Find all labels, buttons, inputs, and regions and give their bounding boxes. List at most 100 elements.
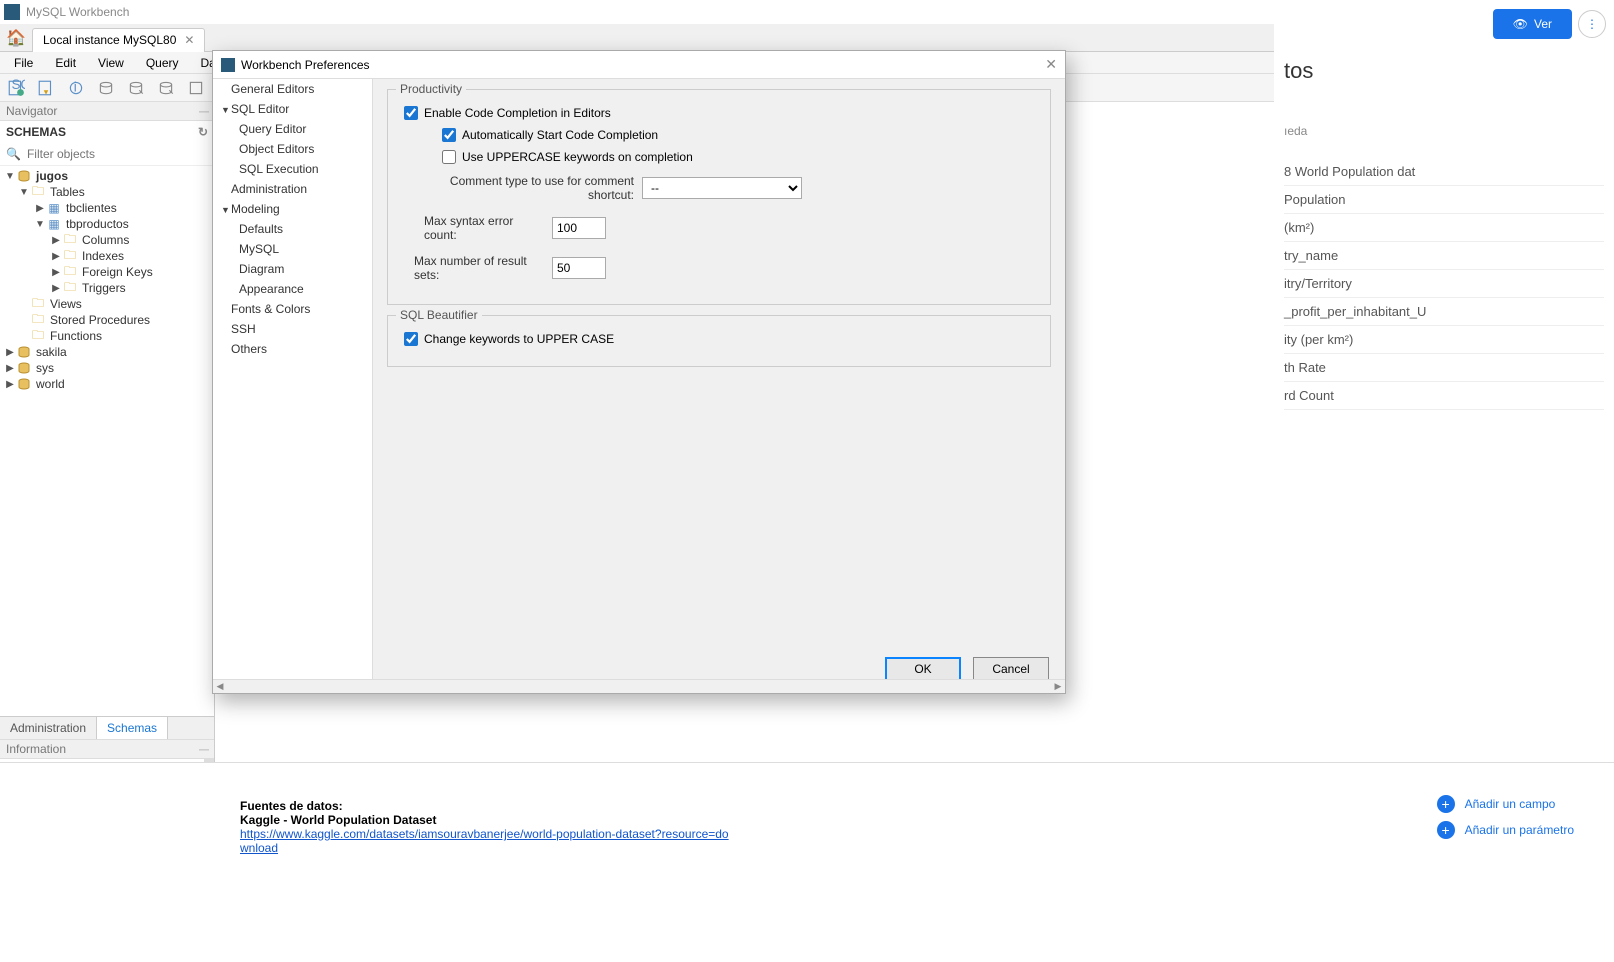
- upper-case-checkbox[interactable]: [404, 332, 418, 346]
- max-syntax-label: Max syntax error count:: [404, 214, 544, 242]
- sidebar-item-mysql[interactable]: MySQL: [213, 239, 372, 259]
- add-controls: + Añadir un campo + Añadir un parámetro: [1437, 791, 1574, 843]
- app-icon: [4, 4, 20, 20]
- enable-code-completion-checkbox[interactable]: [404, 106, 418, 120]
- user-admin-button[interactable]: [94, 76, 118, 100]
- uppercase-keywords-row: Use UPPERCASE keywords on completion: [404, 146, 1034, 168]
- sidebar-item-fonts-colors[interactable]: Fonts & Colors: [213, 299, 372, 319]
- comment-type-row: Comment type to use for comment shortcut…: [404, 168, 1034, 208]
- menu-view[interactable]: View: [88, 54, 134, 72]
- scroll-left-icon[interactable]: ◀: [213, 681, 227, 692]
- tree-label: Tables: [50, 185, 85, 199]
- db-world[interactable]: ▶ world: [0, 376, 214, 392]
- eye-icon: 👁: [1513, 17, 1528, 31]
- sidebar-label: Administration: [231, 182, 307, 196]
- menu-edit[interactable]: Edit: [45, 54, 86, 72]
- sources-block: Fuentes de datos: Kaggle - World Populat…: [240, 799, 740, 855]
- tables-folder[interactable]: ▼🗀 Tables: [0, 184, 214, 200]
- sidebar-item-sql-execution[interactable]: SQL Execution: [213, 159, 372, 179]
- search-fragment: ıeda: [1284, 124, 1604, 138]
- list-item[interactable]: (km²): [1284, 214, 1604, 242]
- add-field-label: Añadir un campo: [1465, 797, 1556, 811]
- app-title: MySQL Workbench: [26, 5, 129, 19]
- preferences-sidebar: General Editors ▼SQL Editor Query Editor…: [213, 79, 373, 693]
- productivity-group: Productivity Enable Code Completion in E…: [387, 89, 1051, 305]
- columns-folder[interactable]: ▶🗀 Columns: [0, 232, 214, 248]
- data-export-button[interactable]: [124, 76, 148, 100]
- tab-administration[interactable]: Administration: [0, 717, 97, 739]
- max-result-label: Max number of result sets:: [404, 254, 544, 282]
- list-item[interactable]: Population: [1284, 186, 1604, 214]
- max-result-input[interactable]: [552, 257, 606, 279]
- add-parameter-button[interactable]: + Añadir un parámetro: [1437, 817, 1574, 843]
- connection-tab[interactable]: Local instance MySQL80 ✕: [32, 28, 205, 52]
- indexes-folder[interactable]: ▶🗀 Indexes: [0, 248, 214, 264]
- more-button[interactable]: ⋮: [1578, 10, 1606, 38]
- plus-icon: +: [1437, 821, 1455, 839]
- dialog-title: Workbench Preferences: [241, 58, 370, 72]
- uppercase-keywords-checkbox[interactable]: [442, 150, 456, 164]
- list-item[interactable]: 8 World Population dat: [1284, 158, 1604, 186]
- sidebar-item-defaults[interactable]: Defaults: [213, 219, 372, 239]
- cancel-button[interactable]: Cancel: [973, 657, 1049, 681]
- sidebar-label: SQL Editor: [231, 102, 289, 116]
- schemas-header-label: SCHEMAS: [6, 125, 66, 139]
- dialog-titlebar: Workbench Preferences ✕: [213, 51, 1065, 79]
- sidebar-item-object-editors[interactable]: Object Editors: [213, 139, 372, 159]
- scroll-right-icon[interactable]: ▶: [1051, 681, 1065, 692]
- list-item[interactable]: try_name: [1284, 242, 1604, 270]
- auto-start-completion-row: Automatically Start Code Completion: [404, 124, 1034, 146]
- data-import-button[interactable]: [154, 76, 178, 100]
- sidebar-item-others[interactable]: Others: [213, 339, 372, 359]
- list-item[interactable]: _profit_per_inhabitant_U: [1284, 298, 1604, 326]
- svg-text:i: i: [74, 79, 77, 94]
- max-syntax-input[interactable]: [552, 217, 606, 239]
- menu-file[interactable]: File: [4, 54, 43, 72]
- dialog-hscrollbar[interactable]: ◀ ▶: [213, 679, 1065, 693]
- dialog-buttons: OK Cancel: [885, 657, 1049, 681]
- sidebar-item-administration[interactable]: Administration: [213, 179, 372, 199]
- preferences-dialog: Workbench Preferences ✕ General Editors …: [212, 50, 1066, 694]
- sidebar-item-query-editor[interactable]: Query Editor: [213, 119, 372, 139]
- ver-button[interactable]: 👁 Ver: [1493, 9, 1572, 39]
- information-title-label: Information: [6, 742, 66, 756]
- filter-input[interactable]: [25, 145, 208, 163]
- home-tab[interactable]: 🏠: [0, 24, 32, 52]
- db-sys[interactable]: ▶ sys: [0, 360, 214, 376]
- ver-label: Ver: [1534, 17, 1552, 31]
- refresh-icon[interactable]: ↻: [198, 125, 208, 139]
- dialog-app-icon: [221, 58, 235, 72]
- source-link-2[interactable]: wnload: [240, 841, 278, 855]
- ok-button[interactable]: OK: [885, 657, 961, 681]
- functions-folder[interactable]: 🗀 Functions: [0, 328, 214, 344]
- sidebar-item-general-editors[interactable]: General Editors: [213, 79, 372, 99]
- sidebar-item-ssh[interactable]: SSH: [213, 319, 372, 339]
- auto-start-completion-checkbox[interactable]: [442, 128, 456, 142]
- close-icon[interactable]: ✕: [184, 33, 194, 47]
- tree-label: Stored Procedures: [50, 313, 150, 327]
- list-item[interactable]: ity (per km²): [1284, 326, 1604, 354]
- menu-query[interactable]: Query: [136, 54, 189, 72]
- upper-case-row: Change keywords to UPPER CASE: [404, 328, 1034, 350]
- inspector-button[interactable]: i: [64, 76, 88, 100]
- sidebar-item-modeling[interactable]: ▼Modeling: [213, 199, 372, 219]
- new-sql-tab-button[interactable]: SQL: [4, 76, 28, 100]
- list-item[interactable]: itry/Territory: [1284, 270, 1604, 298]
- tree-label: Views: [50, 297, 82, 311]
- sidebar-item-appearance[interactable]: Appearance: [213, 279, 372, 299]
- sidebar-item-diagram[interactable]: Diagram: [213, 259, 372, 279]
- sidebar-item-sql-editor[interactable]: ▼SQL Editor: [213, 99, 372, 119]
- list-item[interactable]: th Rate: [1284, 354, 1604, 382]
- comment-type-select[interactable]: --: [642, 177, 802, 199]
- server-button-1[interactable]: [184, 76, 208, 100]
- list-item[interactable]: rd Count: [1284, 382, 1604, 410]
- open-sql-button[interactable]: [34, 76, 58, 100]
- beautifier-group: SQL Beautifier Change keywords to UPPER …: [387, 315, 1051, 367]
- source-link[interactable]: https://www.kaggle.com/datasets/iamsoura…: [240, 827, 729, 841]
- table-tbproductos[interactable]: ▼▦ tbproductos: [0, 216, 214, 232]
- dialog-close-button[interactable]: ✕: [1045, 56, 1057, 73]
- tab-schemas[interactable]: Schemas: [97, 717, 168, 739]
- foreign-keys-folder[interactable]: ▶🗀 Foreign Keys: [0, 264, 214, 280]
- add-field-button[interactable]: + Añadir un campo: [1437, 791, 1574, 817]
- sidebar-label: Others: [231, 342, 267, 356]
